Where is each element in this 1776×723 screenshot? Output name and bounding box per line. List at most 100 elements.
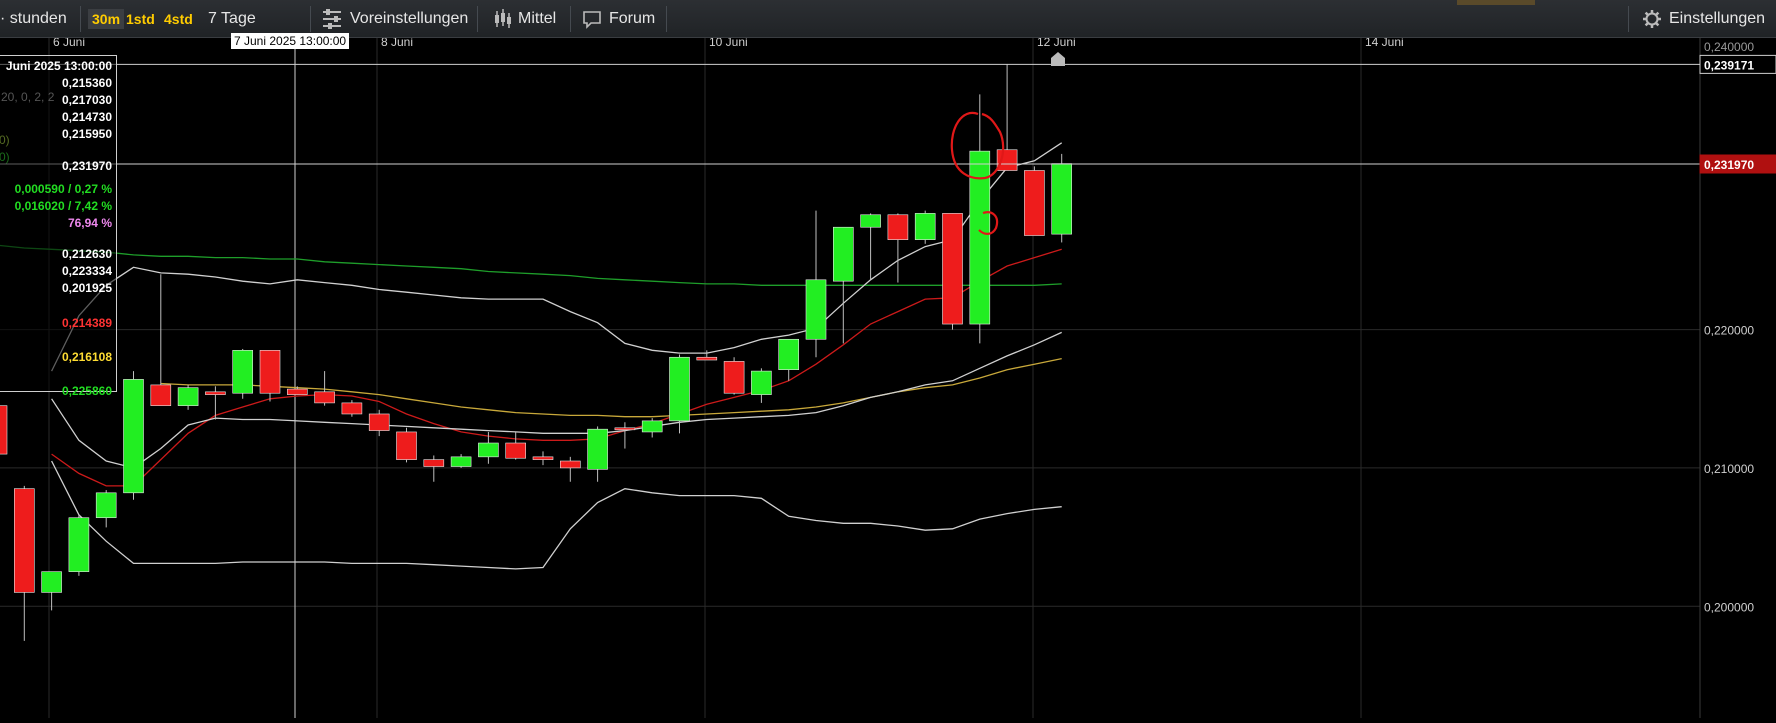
candle — [887, 213, 909, 283]
x-tick-label: 14 Juni — [1365, 38, 1404, 49]
candle — [1051, 153, 1072, 243]
indicator-line-bollinger_lower — [51, 460, 1062, 570]
candle-body — [368, 413, 390, 431]
data-tooltip: Juni 2025 13:00:00 0,215360 0,217030 0,214… — [0, 55, 117, 398]
candle — [751, 368, 772, 403]
y-tick-label: 0,220000 — [1704, 324, 1754, 338]
candle — [641, 418, 663, 438]
candle — [423, 455, 445, 482]
settings-button[interactable]: Einstellungen — [1669, 0, 1765, 37]
toolbar-separator — [310, 6, 311, 32]
candle-body — [860, 214, 881, 228]
x-tick-label: 12 Juni — [1037, 38, 1076, 49]
indicator-line-sma — [0, 244, 1062, 286]
candle — [996, 63, 1018, 171]
tooltip-value-row: 0,212630 — [61, 247, 112, 261]
chart-canvas[interactable]: 0,200000 0,210000 0,220000 6 Juni 8 Juni 10 J… — [0, 35, 1776, 718]
candle — [969, 94, 991, 344]
candle-body — [559, 460, 581, 469]
candle-body — [396, 431, 417, 460]
candle-body — [832, 226, 854, 282]
candle — [587, 426, 608, 482]
candle — [778, 338, 800, 381]
candle-body — [587, 428, 608, 470]
candle-body — [341, 402, 363, 415]
x-tick-label: 10 Juni — [709, 38, 748, 49]
home-marker-icon — [1051, 52, 1065, 66]
candle-body — [0, 405, 8, 455]
candle-body — [232, 350, 253, 394]
candle-body — [314, 391, 335, 404]
interval-unit-label[interactable]: · stunden — [0, 0, 67, 37]
price-chart[interactable]: 0,200000 0,210000 0,220000 6 Juni 8 Juni 10 J… — [0, 35, 1776, 718]
gear-icon — [1642, 0, 1664, 37]
candle-body — [887, 214, 909, 240]
candle — [914, 210, 936, 244]
presets-button[interactable]: Voreinstellungen — [350, 0, 468, 37]
candle-body — [286, 388, 308, 395]
tooltip-fragment: 0) — [0, 150, 10, 164]
crosshair-date-label: 7 Juni 2025 13:00:00 — [231, 33, 350, 49]
price-label: 0,239171 — [1704, 58, 1754, 72]
interval-1std-button[interactable]: 1std — [122, 9, 159, 29]
candle — [259, 350, 281, 402]
tooltip-fragment: 0) — [0, 133, 10, 147]
candle — [0, 405, 8, 455]
tooltip-value-row: 0,225860 — [61, 384, 112, 398]
candle — [942, 213, 963, 330]
candle-body — [95, 492, 117, 519]
tooltip-value-row: 0,231970 — [61, 159, 112, 173]
interval-30m-button[interactable]: 30m — [88, 9, 125, 29]
header-strip — [1457, 0, 1535, 5]
candle-body — [68, 517, 90, 572]
sliders-icon — [322, 0, 344, 37]
y-tick-label: 0,210000 — [1704, 462, 1754, 476]
toolbar-separator — [570, 6, 571, 32]
candle-body — [942, 213, 963, 325]
interval-4std-button[interactable]: 4std — [160, 9, 197, 29]
candle — [177, 384, 199, 410]
candle-body — [478, 442, 499, 458]
indicator-line-bollinger_middle — [51, 331, 1062, 469]
tooltip-value-row: 0,000590 / 0,27 % — [14, 182, 112, 196]
forum-button[interactable]: Forum — [609, 0, 655, 37]
candle — [614, 422, 636, 449]
candle-body — [914, 213, 936, 240]
candle-body — [996, 149, 1018, 171]
candle — [723, 357, 745, 395]
candle-body — [641, 420, 663, 433]
average-button[interactable]: Mittel — [518, 0, 556, 37]
toolbar-separator — [80, 6, 81, 32]
toolbar-separator — [477, 6, 478, 32]
candle-body — [1024, 170, 1045, 236]
candle-body — [41, 571, 62, 593]
candle-body — [532, 456, 554, 460]
x-tick-label: 8 Juni — [381, 38, 413, 49]
chat-bubble-icon — [582, 0, 604, 37]
x-tick-label: 6 Juni — [53, 38, 85, 49]
tooltip-value-row: 0,016020 / 7,42 % — [14, 199, 112, 213]
toolbar-separator — [1628, 6, 1629, 32]
candle-body — [805, 279, 827, 340]
tooltip-fragment: 20, 0, 2, 2 — [1, 90, 55, 104]
indicator-line-sma — [160, 357, 1062, 418]
candle — [123, 371, 144, 500]
candle — [396, 427, 417, 463]
candle-body — [669, 356, 690, 422]
tooltip-value-row: 0,217030 — [61, 93, 112, 107]
candle-body — [778, 338, 800, 370]
candle — [860, 213, 881, 280]
candle — [805, 210, 827, 358]
tooltip-date: Juni 2025 13:00:00 — [5, 59, 112, 73]
candle — [232, 348, 253, 399]
candle — [68, 514, 90, 576]
range-7-tage-button[interactable]: 7 Tage — [208, 0, 256, 37]
candlestick-icon — [493, 0, 515, 37]
tooltip-value-row: 0,223334 — [61, 264, 112, 278]
candle — [505, 431, 527, 460]
candle-body — [205, 391, 226, 395]
y-tick-label: 0,240000 — [1704, 40, 1754, 54]
candle — [450, 454, 472, 468]
tooltip-value-row: 0,201925 — [61, 281, 112, 295]
candle — [368, 409, 390, 437]
